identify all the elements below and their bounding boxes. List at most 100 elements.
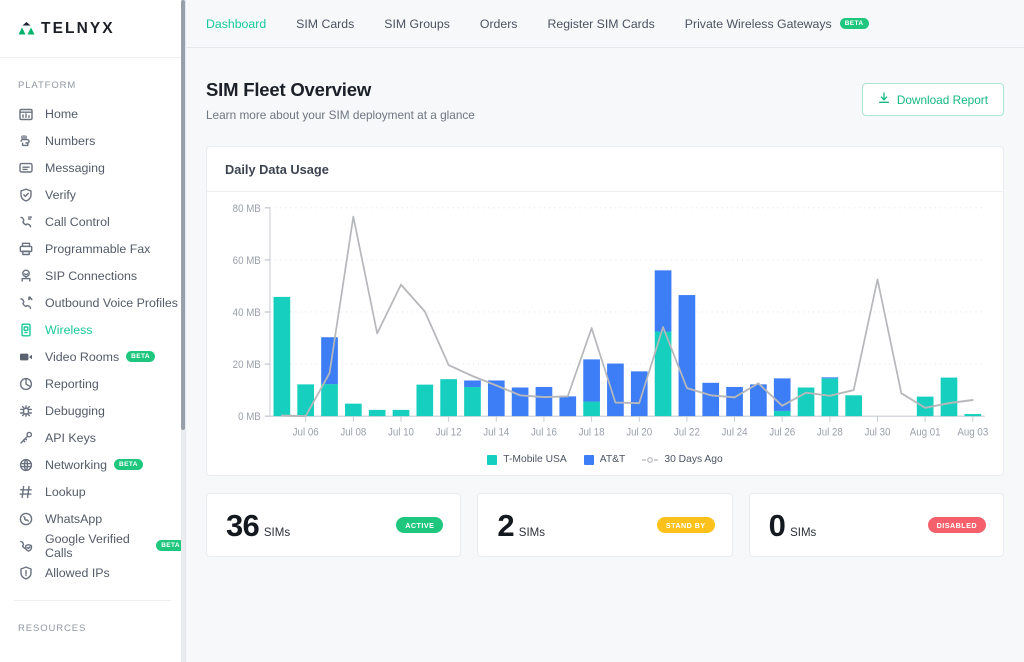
- stat-value-group: 36 SIMs: [226, 510, 396, 541]
- sidebar-item-api-keys[interactable]: API Keys: [0, 424, 185, 451]
- sidebar-scrollbar-track[interactable]: [181, 0, 185, 662]
- sidebar-item-whatsapp[interactable]: WhatsApp: [0, 505, 185, 532]
- x-axis-tick-label: Jul 26: [769, 427, 795, 439]
- sidebar-item-verify[interactable]: Verify: [0, 181, 185, 208]
- x-axis-tick-label: Jul 22: [674, 427, 700, 439]
- sip-connections-icon: [18, 268, 34, 284]
- sidebar-section-platform: PLATFORM: [0, 58, 185, 100]
- daily-data-usage-chart[interactable]: 0 MB20 MB40 MB60 MB80 MBJul 06Jul 08Jul …: [207, 192, 1003, 475]
- sidebar-item-label: WhatsApp: [45, 512, 102, 526]
- status-badge: ACTIVE: [396, 517, 443, 533]
- video-camera-icon: [18, 349, 34, 365]
- sidebar-item-label: Video Rooms: [45, 350, 119, 364]
- tab-sim-cards[interactable]: SIM Cards: [296, 17, 354, 31]
- x-axis-tick-label: Jul 24: [722, 427, 748, 439]
- fax-icon: [18, 241, 34, 257]
- sidebar-scrollbar-thumb[interactable]: [181, 0, 185, 430]
- networking-globe-icon: [18, 457, 34, 473]
- sidebar-item-home[interactable]: Home: [0, 100, 185, 127]
- tab-register-sim-cards[interactable]: Register SIM Cards: [547, 17, 654, 31]
- tab-dashboard[interactable]: Dashboard: [206, 17, 266, 31]
- chart-title: Daily Data Usage: [225, 162, 329, 177]
- legend-item-30-days-ago[interactable]: 30 Days Ago: [642, 454, 722, 465]
- legend-label: AT&T: [600, 454, 626, 465]
- sidebar-item-label: Networking: [45, 458, 107, 472]
- sidebar-item-debugging[interactable]: Debugging: [0, 397, 185, 424]
- wireless-sim-icon: [18, 322, 34, 338]
- main-area: Dashboard SIM Cards SIM Groups Orders Regist…: [186, 0, 1024, 662]
- tab-label: SIM Cards: [296, 17, 354, 31]
- y-axis-tick-label: 80 MB: [233, 203, 261, 215]
- sidebar-item-label: Programmable Fax: [45, 242, 150, 256]
- sidebar-item-sip-connections[interactable]: SIP Connections: [0, 262, 185, 289]
- tab-private-wireless-gateways[interactable]: Private Wireless GatewaysBETA: [685, 17, 869, 31]
- legend-item-at-t[interactable]: AT&T: [584, 454, 626, 465]
- status-badge: DISABLED: [928, 517, 986, 533]
- reporting-pie-icon: [18, 376, 34, 392]
- sidebar-item-lookup[interactable]: Lookup: [0, 478, 185, 505]
- sidebar-item-label: Verify: [45, 188, 76, 202]
- y-axis-tick-label: 40 MB: [233, 308, 261, 320]
- x-axis-tick-label: Jul 30: [865, 427, 891, 439]
- tab-label: Orders: [480, 17, 518, 31]
- x-axis-tick-label: Jul 10: [388, 427, 414, 439]
- sidebar-item-label: Debugging: [45, 404, 105, 418]
- sidebar-item-label: Reporting: [45, 377, 99, 391]
- x-axis-tick-label: Jul 20: [626, 427, 652, 439]
- brand-logo[interactable]: TELNYX: [0, 0, 185, 58]
- stat-value-group: 2SIMs: [497, 510, 657, 541]
- y-axis-tick-label: 60 MB: [233, 255, 261, 267]
- stat-count: 2: [497, 510, 513, 541]
- call-control-icon: [18, 214, 34, 230]
- sidebar-item-reporting[interactable]: Reporting: [0, 370, 185, 397]
- page-subtitle: Learn more about your SIM deployment at …: [206, 108, 862, 122]
- sidebar-item-wireless[interactable]: Wireless: [0, 316, 185, 343]
- tab-orders[interactable]: Orders: [480, 17, 518, 31]
- stat-unit: SIMs: [790, 527, 816, 539]
- sidebar-item-label: Numbers: [45, 134, 95, 148]
- stat-unit: SIMs: [264, 527, 290, 539]
- sim-status-stats: 36 SIMs ACTIVE 2SIMsSTAND BY 0 SIMs DISABLED: [206, 493, 1004, 557]
- legend-label: T-Mobile USA: [503, 454, 567, 465]
- sidebar-item-messaging[interactable]: Messaging: [0, 154, 185, 181]
- stat-count: 0: [769, 510, 785, 541]
- messaging-icon: [18, 160, 34, 176]
- download-icon: [878, 92, 890, 107]
- page-header-text: SIM Fleet Overview Learn more about your…: [206, 79, 862, 122]
- sidebar-item-label: Home: [45, 107, 78, 121]
- stat-card-disabled: 0 SIMs DISABLED: [749, 493, 1004, 557]
- chart-body: 0 MB20 MB40 MB60 MB80 MBJul 06Jul 08Jul …: [207, 192, 1003, 475]
- page-title: SIM Fleet Overview: [206, 79, 862, 101]
- stat-card-stand-by: 2SIMsSTAND BY: [477, 493, 732, 557]
- x-axis-tick-label: Jul 28: [817, 427, 843, 439]
- sidebar-item-networking[interactable]: NetworkingBETA: [0, 451, 185, 478]
- sidebar-item-call-control[interactable]: Call Control: [0, 208, 185, 235]
- sidebar-item-numbers[interactable]: Numbers: [0, 127, 185, 154]
- sidebar-item-label: Lookup: [45, 485, 86, 499]
- x-axis-tick-label: Jul 16: [531, 427, 557, 439]
- tab-label: Dashboard: [206, 17, 266, 31]
- legend-line-marker: [642, 455, 658, 465]
- x-axis-tick-label: Jul 08: [340, 427, 366, 439]
- x-axis-tick-label: Jul 06: [293, 427, 319, 439]
- legend-item-t-mobile-usa[interactable]: T-Mobile USA: [487, 454, 567, 465]
- sidebar-item-programmable-fax[interactable]: Programmable Fax: [0, 235, 185, 262]
- tab-label: SIM Groups: [384, 17, 450, 31]
- stat-count: 36: [226, 510, 259, 541]
- chart-legend: T-Mobile USA AT&T 30 Days Ago: [207, 454, 1003, 465]
- download-report-button[interactable]: Download Report: [862, 83, 1004, 116]
- tab-sim-groups[interactable]: SIM Groups: [384, 17, 450, 31]
- numbers-icon: [18, 133, 34, 149]
- top-tab-bar: Dashboard SIM Cards SIM Groups Orders Regist…: [186, 0, 1024, 48]
- telnyx-logo-icon: [18, 21, 35, 36]
- status-badge: STAND BY: [657, 517, 715, 533]
- sidebar-item-label: API Keys: [45, 431, 96, 445]
- sidebar: TELNYX PLATFORM Home Numbers Messaging Veri…: [0, 0, 186, 662]
- sidebar-item-video-rooms[interactable]: Video RoomsBETA: [0, 343, 185, 370]
- download-report-label: Download Report: [897, 93, 988, 107]
- hash-lookup-icon: [18, 484, 34, 500]
- sidebar-item-allowed-ips[interactable]: Allowed IPs: [0, 559, 185, 586]
- sidebar-item-outbound-voice-profiles[interactable]: Outbound Voice Profiles: [0, 289, 185, 316]
- tab-label: Register SIM Cards: [547, 17, 654, 31]
- sidebar-item-google-verified-calls[interactable]: Google Verified CallsBETA: [0, 532, 185, 559]
